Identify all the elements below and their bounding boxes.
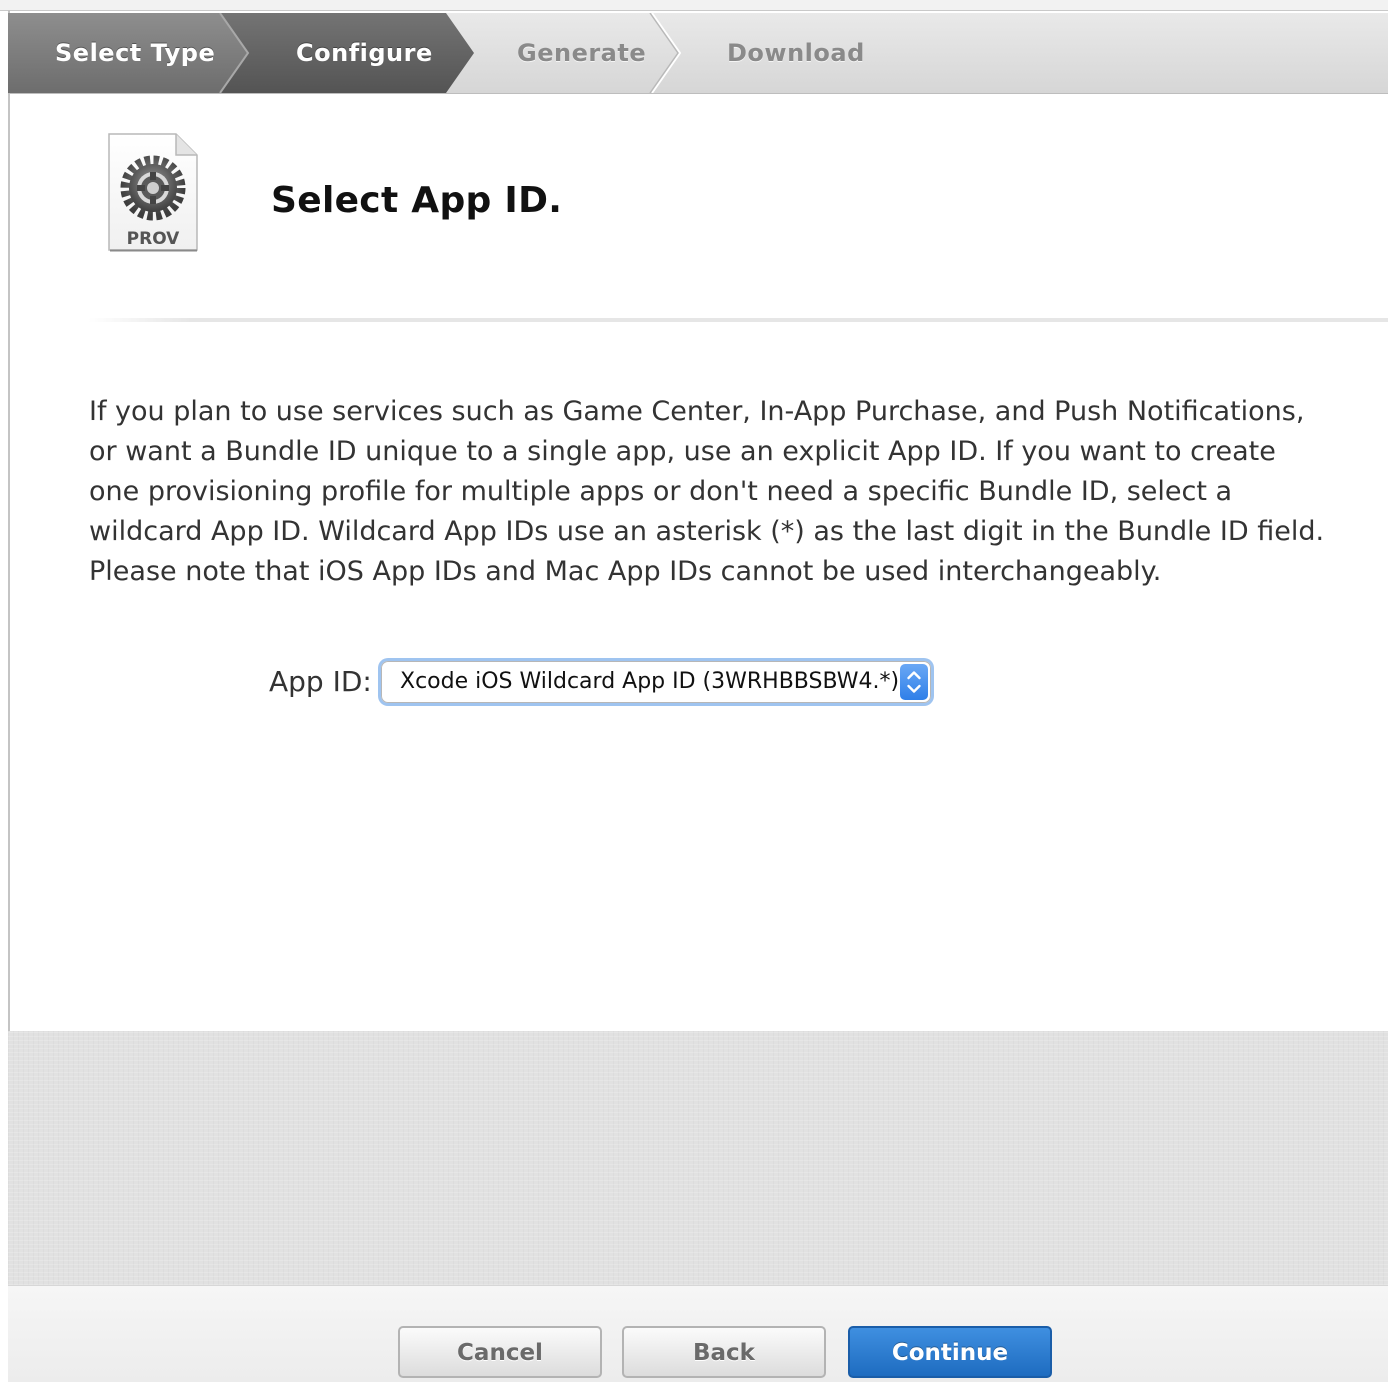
page-title: Select App ID. [271, 180, 563, 221]
provisioning-profile-wizard: Select Type Configure Generate Download [0, 0, 1388, 1382]
step-progress-bar: Select Type Configure Generate Download [8, 13, 1388, 94]
app-id-selected-value: Xcode iOS Wildcard App ID (3WRHBBSBW4.*) [400, 669, 900, 694]
step-generate: Generate [517, 39, 647, 67]
app-id-description: If you plan to use services such as Game… [89, 396, 1325, 587]
select-arrows-icon[interactable] [900, 664, 928, 700]
app-id-select[interactable]: Xcode iOS Wildcard App ID (3WRHBBSBW4.*) [381, 661, 931, 703]
step-separator [649, 13, 679, 93]
provisioning-profile-icon: PROV [108, 133, 198, 252]
step-select-type: Select Type [55, 39, 216, 67]
step-configure: Configure [296, 39, 433, 67]
continue-button[interactable]: Continue [848, 1326, 1052, 1378]
cancel-button[interactable]: Cancel [398, 1326, 602, 1378]
step-separator [651, 13, 682, 93]
app-id-label: App ID: [269, 665, 372, 698]
step-download: Download [727, 39, 865, 67]
back-button[interactable]: Back [622, 1326, 826, 1378]
window-top-strip [0, 0, 1388, 11]
header-divider [88, 318, 1388, 322]
footer-texture [8, 1031, 1388, 1285]
provisioning-icon-label: PROV [127, 229, 181, 249]
